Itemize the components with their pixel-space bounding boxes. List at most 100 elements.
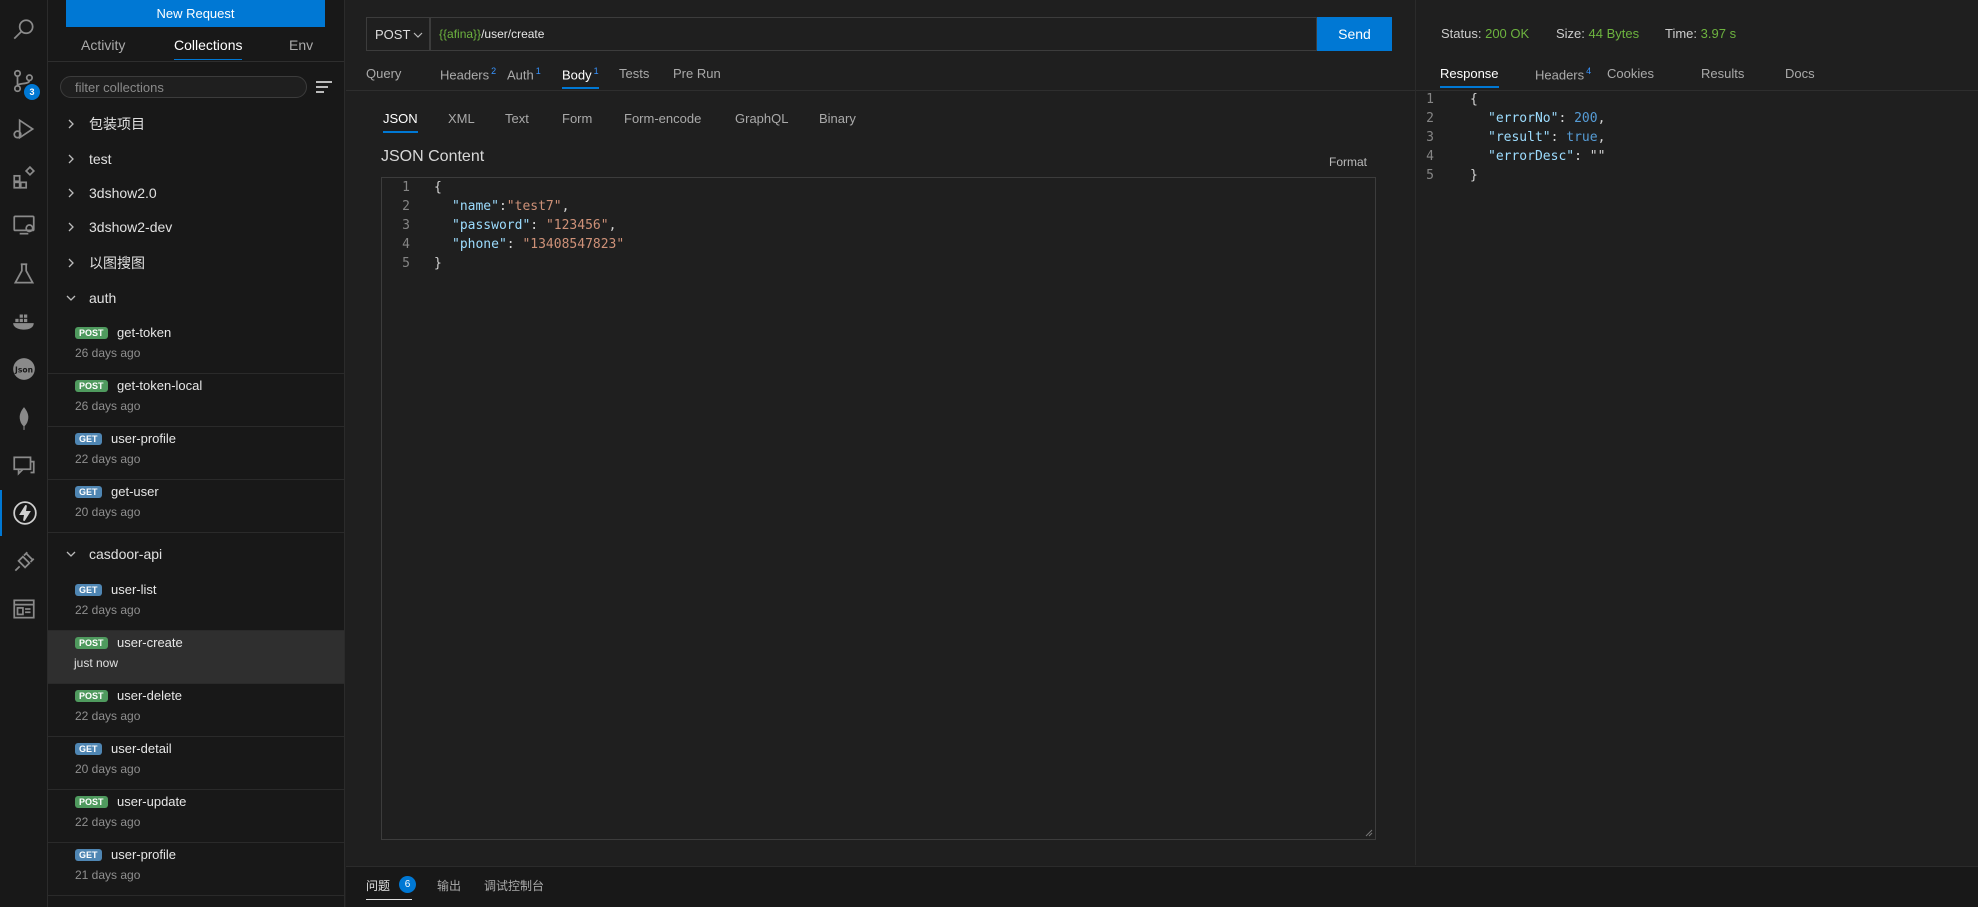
body-type-tabs: JSON XML Text Form Form-encode GraphQL B… xyxy=(383,111,1383,141)
tab-response[interactable]: Response xyxy=(1440,66,1499,88)
source-control-icon[interactable]: 3 xyxy=(0,58,48,104)
request-name: user-profile xyxy=(111,431,177,446)
request-item[interactable]: GET get-user 20 days ago xyxy=(48,480,344,533)
tab-cookies[interactable]: Cookies xyxy=(1607,66,1654,81)
tab-tests[interactable]: Tests xyxy=(619,66,649,81)
request-item[interactable]: POST get-token-local 26 days ago xyxy=(48,374,344,427)
resize-handle-icon[interactable] xyxy=(1365,829,1373,837)
code-line: "phone": "13408547823" xyxy=(452,237,625,252)
folder-name: test xyxy=(89,151,112,167)
request-item[interactable]: GET user-detail 20 days ago xyxy=(48,737,344,790)
tab-collections[interactable]: Collections xyxy=(174,37,243,60)
request-name: user-create xyxy=(117,635,183,650)
code-line: "password": "123456", xyxy=(452,218,617,233)
plug-icon[interactable] xyxy=(0,539,48,585)
tab-json[interactable]: JSON xyxy=(383,111,418,133)
layout-icon[interactable] xyxy=(0,586,48,632)
request-item[interactable]: POST user-delete 22 days ago xyxy=(48,684,344,737)
folder-auth[interactable]: auth xyxy=(48,284,344,312)
request-item[interactable]: GET user-profile 21 days ago xyxy=(48,843,344,896)
request-item[interactable]: GET user-list 22 days ago xyxy=(48,578,344,631)
comments-icon[interactable] xyxy=(0,443,48,489)
extensions-icon[interactable] xyxy=(0,155,48,201)
sidebar-tabs: Activity Collections Env xyxy=(48,33,344,61)
method-badge: POST xyxy=(75,796,108,808)
folder-name: casdoor-api xyxy=(89,546,163,562)
time-value: 3.97 s xyxy=(1700,26,1737,41)
tab-xml[interactable]: XML xyxy=(448,111,475,126)
json-body-editor[interactable]: 1 2 3 4 5 { "name":"test7", "password": … xyxy=(381,177,1376,840)
folder-item[interactable]: 3dshow2-dev xyxy=(48,213,344,241)
tab-graphql[interactable]: GraphQL xyxy=(735,111,788,126)
request-time: 26 days ago xyxy=(75,346,141,360)
tab-form[interactable]: Form xyxy=(562,111,592,126)
method-select[interactable]: POST xyxy=(366,17,430,51)
request-item[interactable]: POST user-update 22 days ago xyxy=(48,790,344,843)
tab-env[interactable]: Env xyxy=(289,37,313,53)
tab-binary[interactable]: Binary xyxy=(819,111,856,126)
activity-bar: 3 Json xyxy=(0,0,48,907)
source-control-badge: 3 xyxy=(24,84,40,100)
folder-item[interactable]: test xyxy=(48,145,344,173)
tab-query[interactable]: Query xyxy=(366,66,401,81)
tab-results[interactable]: Results xyxy=(1701,66,1744,81)
method-select-value: POST xyxy=(375,26,411,42)
folder-item[interactable]: 包装项目 xyxy=(48,110,344,138)
line-number: 1 xyxy=(1426,92,1434,107)
json-icon[interactable]: Json xyxy=(0,346,48,392)
request-name: user-profile xyxy=(111,847,177,862)
new-request-button[interactable]: New Request xyxy=(66,0,325,27)
search-icon[interactable] xyxy=(0,7,48,53)
request-time: 20 days ago xyxy=(75,762,141,776)
docker-icon[interactable] xyxy=(0,298,48,344)
code-line: "name":"test7", xyxy=(452,199,570,214)
folder-casdoor-api[interactable]: casdoor-api xyxy=(48,540,344,568)
folder-name: 3dshow2.0 xyxy=(89,185,157,201)
thunder-client-icon[interactable] xyxy=(0,490,48,536)
code-line: "errorDesc": "" xyxy=(1488,149,1606,164)
tab-auth[interactable]: Auth 1 xyxy=(507,66,541,82)
tab-body[interactable]: Body 1 xyxy=(562,66,599,90)
request-name: user-list xyxy=(111,582,157,597)
tab-text[interactable]: Text xyxy=(505,111,529,126)
request-item-selected[interactable]: POST user-create just now xyxy=(48,631,344,684)
filter-menu-icon[interactable] xyxy=(316,79,334,95)
sidebar: New Request Activity Collections Env 包装项… xyxy=(48,0,345,907)
filter-collections-input[interactable] xyxy=(60,76,307,98)
folder-name: auth xyxy=(89,290,117,306)
testing-flask-icon[interactable] xyxy=(0,251,48,297)
mongodb-leaf-icon[interactable] xyxy=(0,395,48,441)
send-button[interactable]: Send xyxy=(1317,17,1392,51)
tab-response-headers[interactable]: Headers 4 xyxy=(1535,66,1591,82)
folder-item[interactable]: 3dshow2.0 xyxy=(48,179,344,207)
request-item[interactable]: GET user-profile 22 days ago xyxy=(48,427,344,480)
run-debug-icon[interactable] xyxy=(0,106,48,152)
tab-problems[interactable]: 问题 xyxy=(366,877,413,900)
code-line: } xyxy=(434,256,442,271)
method-badge: GET xyxy=(75,849,102,861)
line-number: 4 xyxy=(402,237,410,252)
line-number: 3 xyxy=(402,218,410,233)
problems-count-badge: 6 xyxy=(399,876,416,893)
code-line: { xyxy=(434,180,442,195)
chevron-right-icon xyxy=(68,222,74,232)
tab-pre-run[interactable]: Pre Run xyxy=(673,66,721,81)
status-readout: Status: 200 OK xyxy=(1441,26,1530,41)
tab-debug-console[interactable]: 调试控制台 xyxy=(484,877,544,894)
size-value: 44 Bytes xyxy=(1588,26,1640,41)
tab-activity[interactable]: Activity xyxy=(81,37,125,53)
chevron-right-icon xyxy=(68,119,74,129)
tab-form-encode[interactable]: Form-encode xyxy=(624,111,701,126)
tab-output[interactable]: 输出 xyxy=(437,877,461,894)
tab-docs[interactable]: Docs xyxy=(1785,66,1815,81)
remote-explorer-icon[interactable] xyxy=(0,202,48,248)
size-readout: Size: 44 Bytes xyxy=(1556,26,1640,41)
request-item[interactable]: POST get-token 26 days ago xyxy=(48,321,344,374)
url-input[interactable]: {{afina}}/user/create xyxy=(430,17,1317,51)
tab-headers[interactable]: Headers 2 xyxy=(440,66,496,82)
folder-item[interactable]: 以图搜图 xyxy=(48,249,344,277)
code-line: "errorNo": 200, xyxy=(1488,111,1606,126)
format-button[interactable]: Format xyxy=(1329,155,1367,169)
method-badge: GET xyxy=(75,584,102,596)
json-content-label: JSON Content xyxy=(381,148,485,165)
